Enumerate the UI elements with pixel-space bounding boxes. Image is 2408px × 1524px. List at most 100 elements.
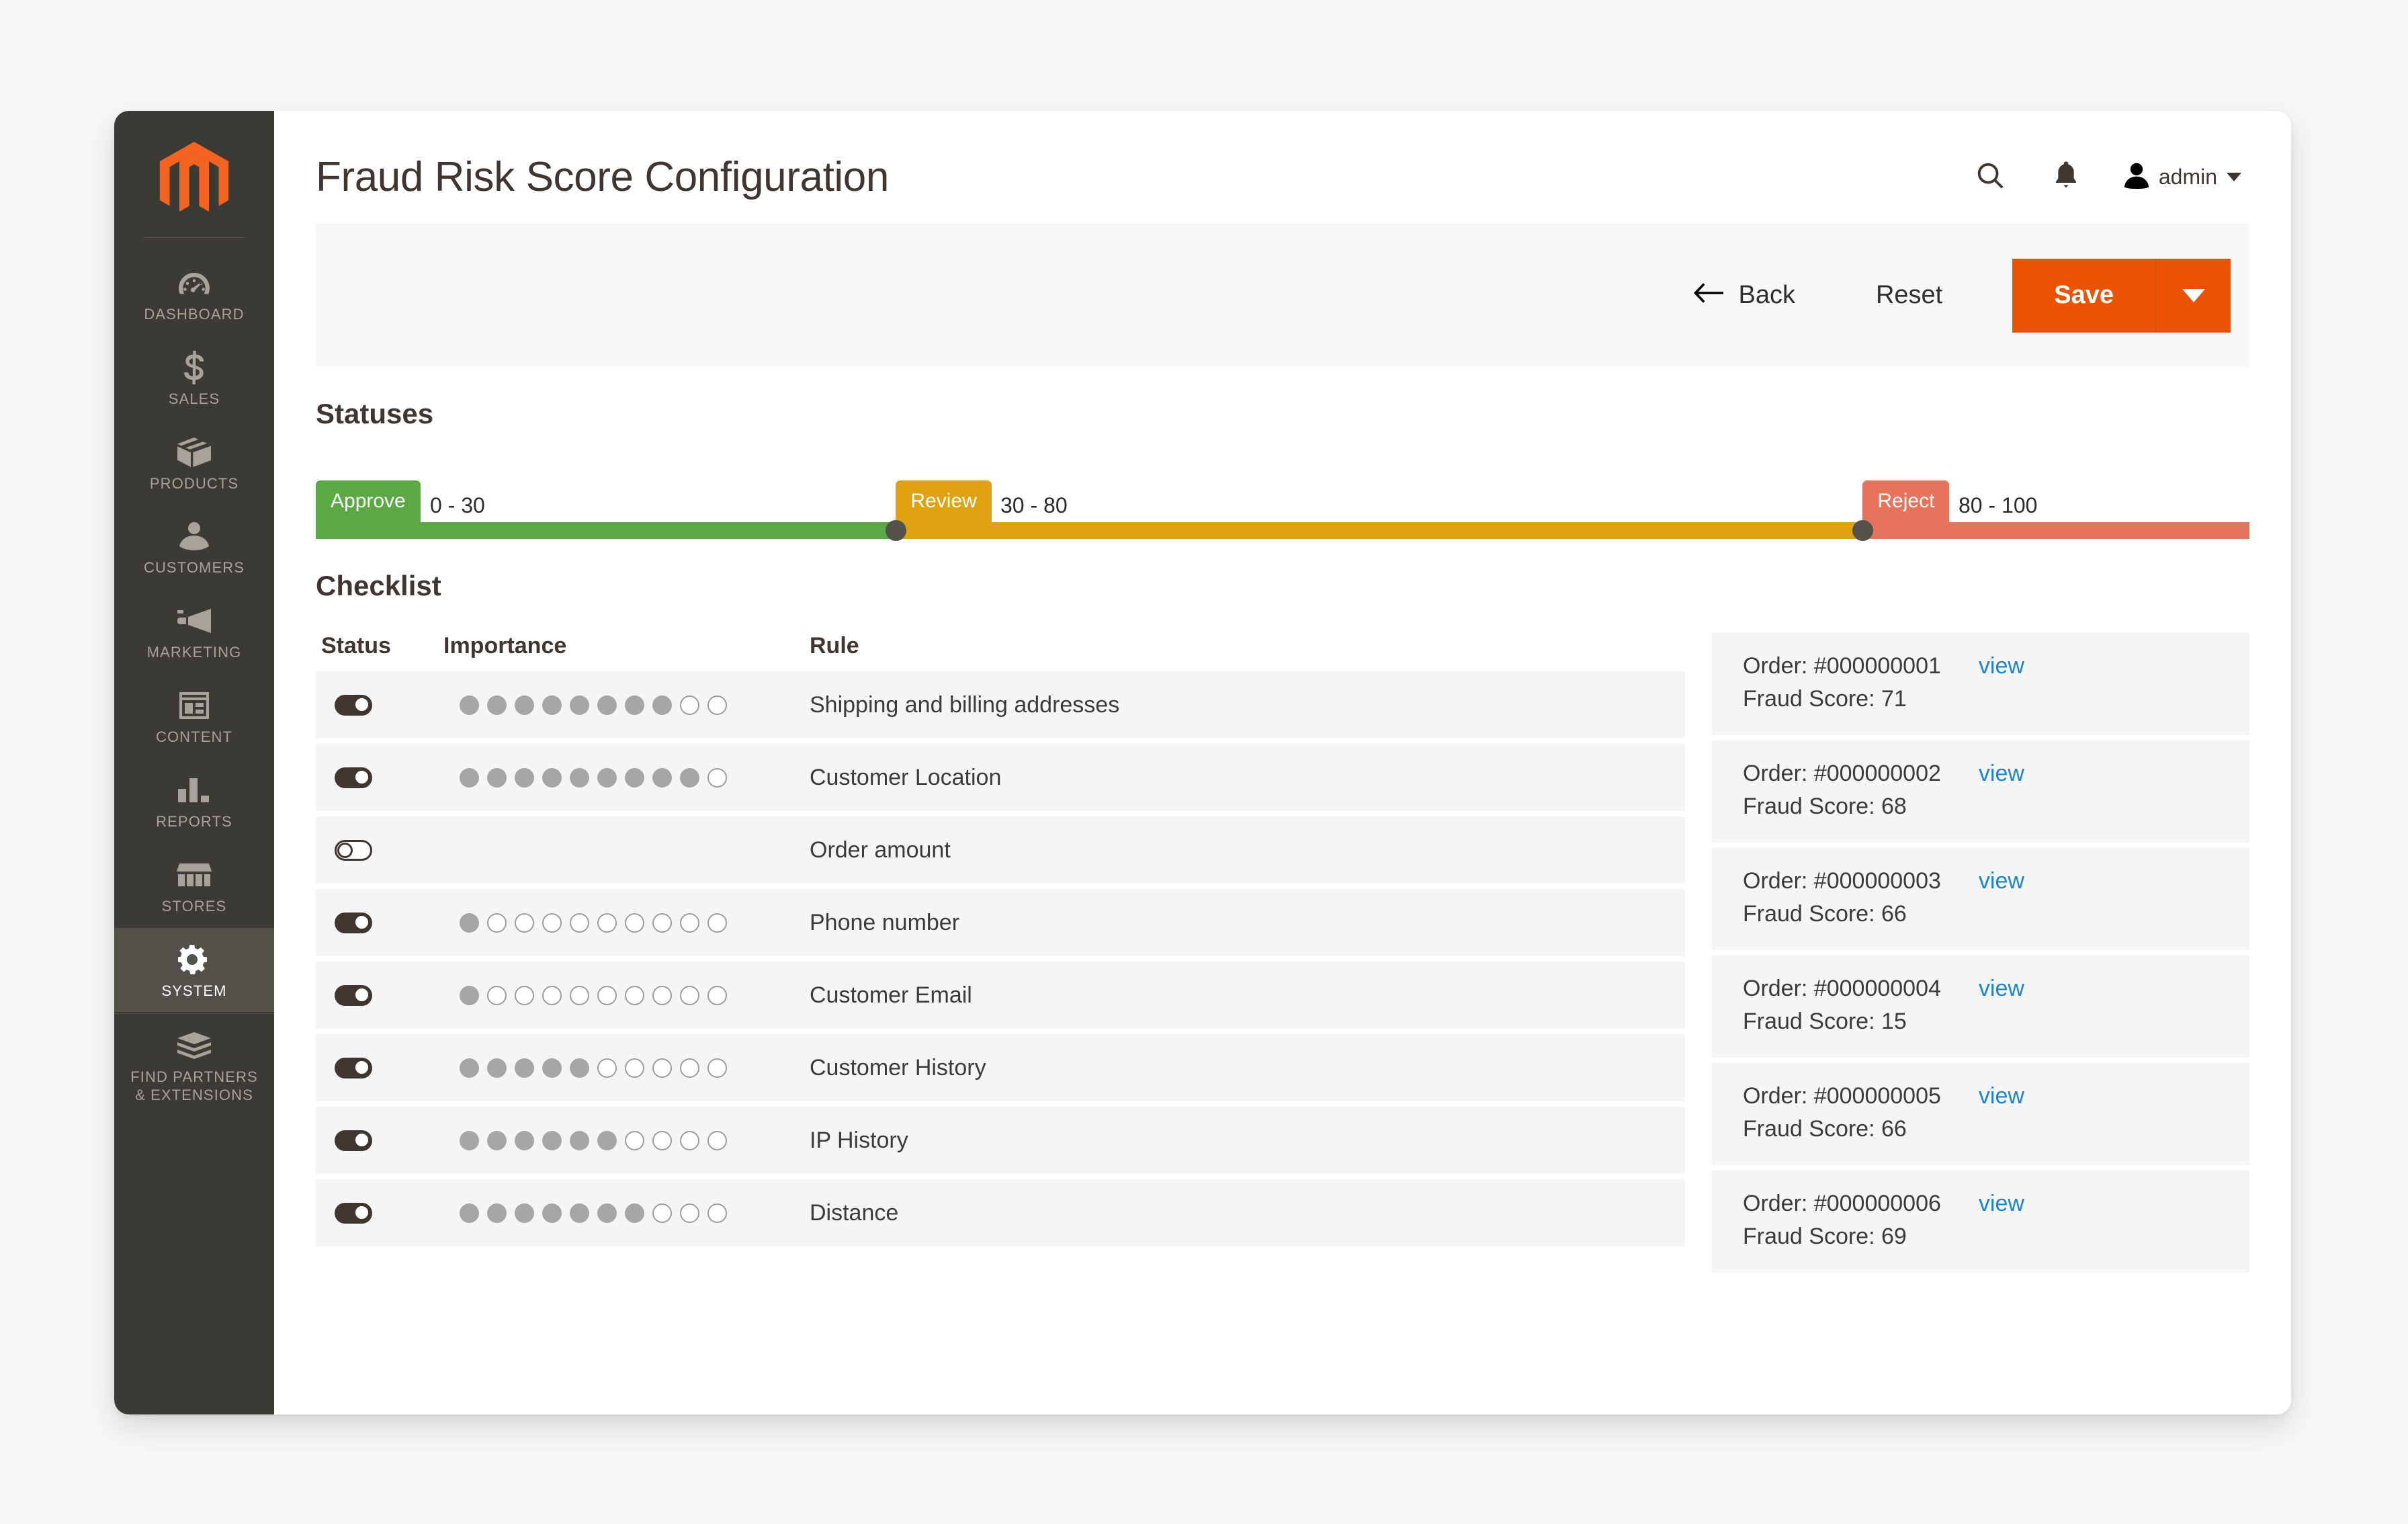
importance-dot[interactable] <box>570 695 589 715</box>
rule-toggle[interactable] <box>335 1130 372 1151</box>
importance-dot[interactable] <box>542 695 562 715</box>
sidebar-item-customers[interactable]: CUSTOMERS <box>114 505 274 589</box>
importance-dot[interactable] <box>542 1130 562 1150</box>
search-button[interactable] <box>1953 150 2028 204</box>
sidebar-item-stores[interactable]: STORES <box>114 843 274 928</box>
importance-dot[interactable] <box>542 985 562 1005</box>
reset-button[interactable]: Reset <box>1845 273 1973 318</box>
importance-dot[interactable] <box>460 1058 479 1078</box>
importance-dot[interactable] <box>707 695 727 715</box>
save-options-button[interactable] <box>2155 258 2231 333</box>
importance-dot[interactable] <box>542 767 562 788</box>
rule-toggle[interactable] <box>335 839 372 861</box>
importance-dot[interactable] <box>570 985 589 1005</box>
importance-dot[interactable] <box>597 1058 617 1078</box>
status-segment-reject[interactable] <box>1862 522 2249 539</box>
admin-menu[interactable]: admin <box>2114 150 2251 204</box>
importance-dot[interactable] <box>460 913 479 933</box>
importance-dot[interactable] <box>707 1203 727 1223</box>
importance-dot[interactable] <box>652 913 672 933</box>
importance-dot[interactable] <box>570 767 589 788</box>
importance-dot[interactable] <box>707 1058 727 1078</box>
importance-dot[interactable] <box>625 913 644 933</box>
rule-importance-cell[interactable] <box>443 913 810 933</box>
importance-dot[interactable] <box>597 913 617 933</box>
rule-importance-cell[interactable] <box>443 1130 810 1150</box>
importance-dot[interactable] <box>597 767 617 788</box>
sidebar-item-reports[interactable]: REPORTS <box>114 759 274 843</box>
importance-dot[interactable] <box>487 767 507 788</box>
importance-dot[interactable] <box>680 913 699 933</box>
importance-dot[interactable] <box>515 767 534 788</box>
status-segment-review[interactable] <box>896 522 1863 539</box>
status-label-review[interactable]: Review <box>896 480 992 522</box>
rule-toggle[interactable] <box>335 1057 372 1078</box>
importance-dot[interactable] <box>680 1203 699 1223</box>
sidebar-item-system[interactable]: SYSTEM <box>114 927 274 1013</box>
sidebar-item-products[interactable]: PRODUCTS <box>114 421 274 505</box>
importance-dot[interactable] <box>515 695 534 715</box>
importance-dot[interactable] <box>652 985 672 1005</box>
importance-dot[interactable] <box>680 1058 699 1078</box>
status-label-approve[interactable]: Approve <box>316 480 421 522</box>
importance-dot[interactable] <box>625 695 644 715</box>
importance-dot[interactable] <box>570 1203 589 1223</box>
importance-dot[interactable] <box>515 913 534 933</box>
importance-dot[interactable] <box>707 913 727 933</box>
importance-dot[interactable] <box>625 1130 644 1150</box>
importance-dot[interactable] <box>570 1130 589 1150</box>
importance-dot[interactable] <box>570 1058 589 1078</box>
importance-dot[interactable] <box>652 1130 672 1150</box>
back-button[interactable]: Back <box>1675 273 1813 318</box>
importance-dot[interactable] <box>460 767 479 788</box>
importance-dot[interactable] <box>460 985 479 1005</box>
status-label-reject[interactable]: Reject <box>1862 480 1950 522</box>
importance-dot[interactable] <box>597 1203 617 1223</box>
importance-dot[interactable] <box>487 695 507 715</box>
importance-dot[interactable] <box>487 1130 507 1150</box>
rule-toggle[interactable] <box>335 694 372 716</box>
rule-toggle[interactable] <box>335 767 372 788</box>
rule-toggle[interactable] <box>335 912 372 933</box>
importance-dot[interactable] <box>515 985 534 1005</box>
importance-dot[interactable] <box>597 695 617 715</box>
importance-dot[interactable] <box>707 767 727 788</box>
rule-importance-cell[interactable] <box>443 985 810 1005</box>
importance-dot[interactable] <box>652 695 672 715</box>
notifications-button[interactable] <box>2028 150 2104 204</box>
magento-logo[interactable] <box>114 126 274 235</box>
importance-dot[interactable] <box>652 1058 672 1078</box>
importance-dot[interactable] <box>652 767 672 788</box>
importance-dot[interactable] <box>570 913 589 933</box>
order-view-link[interactable]: view <box>1979 761 2024 787</box>
rule-toggle[interactable] <box>335 1202 372 1224</box>
sidebar-item-content[interactable]: CONTENT <box>114 674 274 759</box>
statuses-slider[interactable]: Approve 0 - 30 Review 30 - 80 Reject 80 - 100 <box>316 465 2249 541</box>
importance-dot[interactable] <box>680 985 699 1005</box>
importance-dot[interactable] <box>625 767 644 788</box>
importance-dot[interactable] <box>680 1130 699 1150</box>
rule-importance-cell[interactable] <box>443 767 810 788</box>
importance-dot[interactable] <box>487 1058 507 1078</box>
importance-dot[interactable] <box>652 1203 672 1223</box>
importance-dot[interactable] <box>597 1130 617 1150</box>
importance-dot[interactable] <box>597 985 617 1005</box>
importance-dot[interactable] <box>515 1130 534 1150</box>
order-view-link[interactable]: view <box>1979 653 2024 679</box>
order-view-link[interactable]: view <box>1979 976 2024 1002</box>
importance-dot[interactable] <box>625 1203 644 1223</box>
rule-toggle[interactable] <box>335 984 372 1006</box>
importance-dot[interactable] <box>515 1203 534 1223</box>
importance-dot[interactable] <box>707 985 727 1005</box>
order-view-link[interactable]: view <box>1979 1191 2024 1217</box>
importance-dot[interactable] <box>542 1058 562 1078</box>
importance-dot[interactable] <box>487 913 507 933</box>
rule-importance-cell[interactable] <box>443 695 810 715</box>
importance-dot[interactable] <box>487 1203 507 1223</box>
importance-dot[interactable] <box>625 985 644 1005</box>
importance-dot[interactable] <box>707 1130 727 1150</box>
sidebar-item-sales[interactable]: SALES <box>114 336 274 421</box>
importance-dot[interactable] <box>460 1203 479 1223</box>
order-view-link[interactable]: view <box>1979 1083 2024 1109</box>
save-button[interactable]: Save <box>2012 258 2155 333</box>
